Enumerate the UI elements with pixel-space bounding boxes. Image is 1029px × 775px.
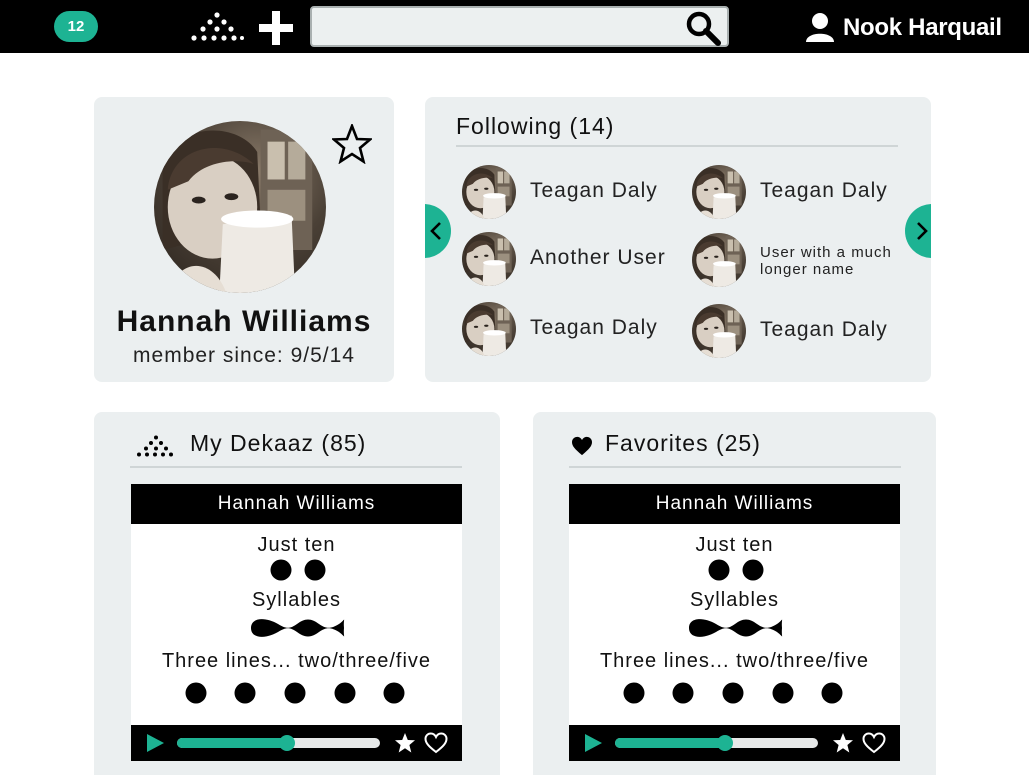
search-input[interactable] xyxy=(320,12,680,41)
profile-avatar xyxy=(154,121,326,293)
progress-slider[interactable] xyxy=(177,735,380,751)
divider xyxy=(130,466,462,468)
user-name: Another User xyxy=(530,246,666,269)
progress-fill xyxy=(177,738,287,748)
user-avatar xyxy=(462,302,516,356)
syllable-dots xyxy=(185,682,405,704)
user-avatar xyxy=(462,165,516,219)
favorite-poem[interactable]: Hannah Williams Just ten Syllables Three… xyxy=(569,484,900,761)
plus-icon[interactable] xyxy=(258,10,294,46)
syllable-wave xyxy=(689,619,783,637)
poem-author[interactable]: Hannah Williams xyxy=(569,484,900,524)
poem-line: Three lines... two/three/five xyxy=(161,650,432,672)
user-name: Teagan Daly xyxy=(760,179,888,202)
favorites-title: Favorites (25) xyxy=(605,430,761,456)
user-name: User with a much longer name xyxy=(760,244,892,278)
syllable-dots xyxy=(708,559,764,581)
favorites-card: Favorites (25) Hannah Williams Just ten … xyxy=(533,412,936,775)
user-avatar xyxy=(692,165,746,219)
user-name: Teagan Daly xyxy=(760,318,888,341)
poem-line: Just ten xyxy=(695,534,774,556)
heart-outline-icon[interactable] xyxy=(424,732,448,754)
my-dekaaz-card: My Dekaaz (85) Hannah Williams Just ten … xyxy=(94,412,500,775)
progress-fill xyxy=(615,738,725,748)
member-since: member since: 9/5/14 xyxy=(133,344,355,367)
poem-line: Syllables xyxy=(689,589,780,611)
profile-card: Hannah Williams member since: 9/5/14 xyxy=(94,97,394,382)
user-name: Teagan Daly xyxy=(530,179,658,202)
star-icon[interactable] xyxy=(832,732,854,754)
search-bar[interactable] xyxy=(310,6,729,47)
poem-line: Syllables xyxy=(251,589,342,611)
chevron-left-icon xyxy=(430,222,441,240)
progress-handle[interactable] xyxy=(278,735,295,751)
user-avatar xyxy=(692,233,746,287)
progress-slider[interactable] xyxy=(615,735,818,751)
audio-player xyxy=(131,725,462,761)
syllable-dots xyxy=(623,682,843,704)
chevron-right-icon xyxy=(917,222,928,240)
poem-line: Just ten xyxy=(257,534,336,556)
progress-handle[interactable] xyxy=(716,735,733,751)
divider xyxy=(456,145,898,147)
search-icon[interactable] xyxy=(685,10,721,46)
user-avatar xyxy=(462,232,516,286)
heart-outline-icon[interactable] xyxy=(862,732,886,754)
username[interactable]: Nook Harquail xyxy=(843,14,1002,42)
top-bar: 12 Nook Harquail xyxy=(0,0,1029,53)
dekaaz-poem[interactable]: Hannah Williams Just ten Syllables Three… xyxy=(131,484,462,761)
notification-badge[interactable]: 12 xyxy=(54,11,98,42)
divider xyxy=(569,466,901,468)
star-outline-icon[interactable] xyxy=(332,124,372,164)
play-icon[interactable] xyxy=(583,733,603,753)
star-icon[interactable] xyxy=(394,732,416,754)
following-card: Following (14) Teagan Daly Teagan Daly A… xyxy=(425,97,931,382)
following-title: Following (14) xyxy=(456,113,615,139)
user-name: Teagan Daly xyxy=(530,316,658,339)
audio-player xyxy=(569,725,900,761)
syllable-wave xyxy=(251,619,345,637)
play-icon[interactable] xyxy=(145,733,165,753)
my-dekaaz-title: My Dekaaz (85) xyxy=(190,430,367,456)
poem-author[interactable]: Hannah Williams xyxy=(131,484,462,524)
user-icon[interactable] xyxy=(804,12,836,42)
syllable-dots xyxy=(270,559,326,581)
dekaaz-logo-icon xyxy=(137,435,173,457)
heart-icon xyxy=(572,436,592,456)
profile-name: Hannah Williams xyxy=(116,305,372,338)
user-avatar xyxy=(692,304,746,358)
poem-line: Three lines... two/three/five xyxy=(599,650,870,672)
scroll-left-button[interactable] xyxy=(425,204,451,258)
dekaaz-logo-icon[interactable] xyxy=(190,12,244,42)
